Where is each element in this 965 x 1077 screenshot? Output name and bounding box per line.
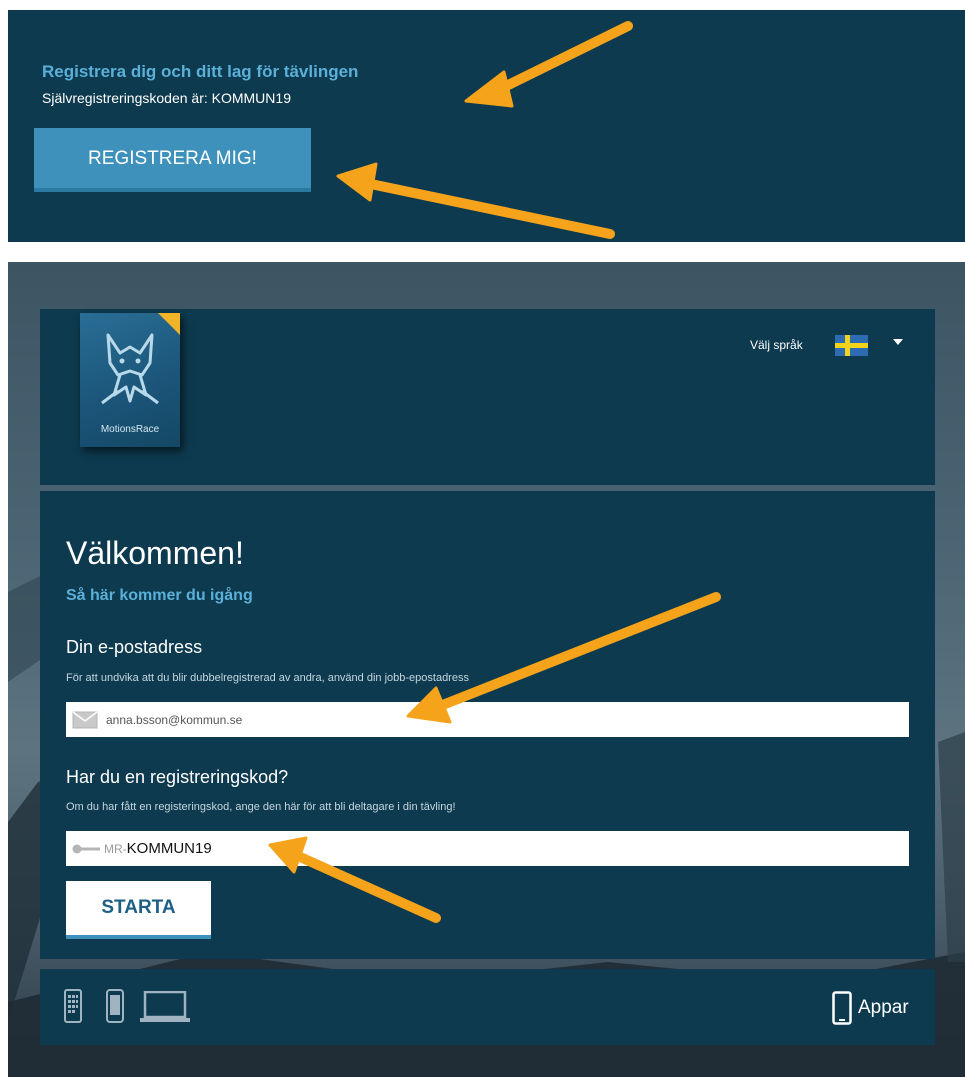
banner-title: Registrera dig och ditt lag för tävlinge… <box>42 62 359 81</box>
code-prefix: MR- <box>104 841 127 856</box>
signup-form-panel: Välkommen! Så här kommer du igång Din e-… <box>40 491 935 959</box>
apps-label: Appar <box>858 997 909 1018</box>
email-input[interactable] <box>106 702 909 737</box>
header-panel: MotionsRace Välj språk <box>40 309 935 485</box>
footer-panel: Appar <box>40 969 935 1045</box>
apps-link[interactable]: Appar <box>832 991 909 1025</box>
logo-text: MotionsRace <box>100 424 160 435</box>
self-registration-code-text: Självregistreringskoden är: KOMMUN19 <box>42 90 291 106</box>
welcome-heading: Välkommen! <box>66 535 244 571</box>
getting-started-link[interactable]: Så här kommer du igång <box>66 587 253 605</box>
chevron-down-icon[interactable] <box>893 339 903 345</box>
registration-code-field[interactable]: MR- <box>66 831 909 866</box>
mobile-phone-icon <box>832 991 852 1025</box>
swedish-flag-icon[interactable] <box>835 335 868 356</box>
registration-banner: Registrera dig och ditt lag för tävlinge… <box>8 10 965 242</box>
login-page: MotionsRace Välj språk Välkommen! Så här… <box>8 262 965 1077</box>
email-field[interactable] <box>66 702 909 737</box>
laptop-icon[interactable] <box>140 991 190 1023</box>
phone-icon[interactable] <box>106 989 124 1023</box>
registration-code-input[interactable] <box>126 831 909 866</box>
envelope-icon <box>72 710 98 728</box>
tablet-icon[interactable] <box>64 989 82 1023</box>
key-icon <box>72 844 100 853</box>
register-me-button[interactable]: REGISTRERA MIG! <box>34 128 311 192</box>
email-label: Din e-postadress <box>66 637 203 657</box>
motionsrace-logo[interactable]: MotionsRace <box>80 313 180 447</box>
start-button[interactable]: STARTA <box>66 881 211 939</box>
email-hint: För att undvika att du blir dubbelregist… <box>66 672 469 684</box>
language-select-label[interactable]: Välj språk <box>750 338 803 352</box>
registration-code-label: Har du en registreringskod? <box>66 767 289 787</box>
registration-code-hint: Om du har fått en registeringskod, ange … <box>66 801 456 813</box>
logo-corner-ribbon <box>158 313 180 335</box>
